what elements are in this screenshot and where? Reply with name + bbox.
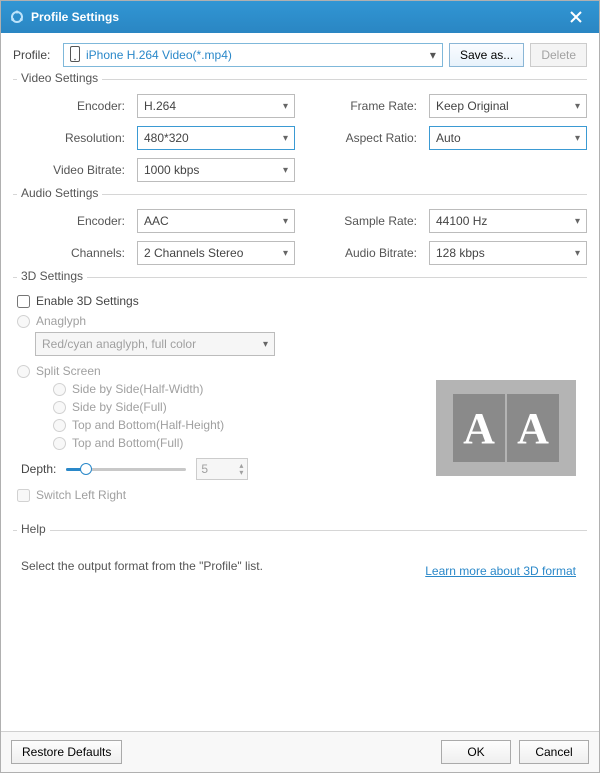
- chevron-down-icon: ▾: [283, 216, 288, 227]
- depth-label: Depth:: [21, 462, 56, 476]
- video-bitrate-label: Video Bitrate:: [17, 163, 125, 177]
- delete-button: Delete: [530, 43, 587, 67]
- window-title: Profile Settings: [31, 10, 119, 24]
- profile-value: iPhone H.264 Video(*.mp4): [86, 48, 232, 62]
- close-icon: [570, 11, 582, 23]
- audio-encoder-label: Encoder:: [17, 214, 125, 228]
- aspect-ratio-label: Aspect Ratio:: [307, 131, 417, 145]
- profile-select[interactable]: iPhone H.264 Video(*.mp4) ▾: [63, 43, 443, 67]
- sbs-full-label: Side by Side(Full): [72, 400, 167, 414]
- anaglyph-mode-select: Red/cyan anaglyph, full color▾: [35, 332, 275, 356]
- save-as-button[interactable]: Save as...: [449, 43, 524, 67]
- video-encoder-select[interactable]: H.264▾: [137, 94, 295, 118]
- audio-bitrate-select[interactable]: 128 kbps▾: [429, 241, 587, 265]
- cancel-button[interactable]: Cancel: [519, 740, 589, 764]
- switch-lr-checkbox: [17, 489, 30, 502]
- 3d-preview: AA: [436, 380, 576, 476]
- frame-rate-select[interactable]: Keep Original▾: [429, 94, 587, 118]
- tb-half-label: Top and Bottom(Half-Height): [72, 418, 224, 432]
- restore-defaults-button[interactable]: Restore Defaults: [11, 740, 122, 764]
- preview-aa-icon: AA: [453, 394, 559, 462]
- anaglyph-label: Anaglyph: [36, 314, 86, 328]
- sbs-full-radio: [53, 401, 66, 414]
- anaglyph-radio: [17, 315, 30, 328]
- app-icon: [9, 9, 25, 25]
- chevron-down-icon: ▾: [283, 101, 288, 112]
- chevron-down-icon: ▾: [283, 248, 288, 259]
- video-settings-title: Video Settings: [17, 71, 102, 85]
- help-title: Help: [17, 522, 50, 536]
- enable-3d-checkbox[interactable]: [17, 295, 30, 308]
- footer: Restore Defaults OK Cancel: [1, 731, 599, 772]
- sample-rate-label: Sample Rate:: [307, 214, 417, 228]
- tb-full-label: Top and Bottom(Full): [72, 436, 183, 450]
- chevron-down-icon: ▾: [575, 216, 580, 227]
- enable-3d-label: Enable 3D Settings: [36, 294, 139, 308]
- resolution-select[interactable]: 480*320▾: [137, 126, 295, 150]
- tb-full-radio: [53, 437, 66, 450]
- device-icon: [70, 46, 80, 65]
- chevron-down-icon: ▾: [283, 133, 288, 144]
- split-screen-radio: [17, 365, 30, 378]
- frame-rate-label: Frame Rate:: [307, 99, 417, 113]
- audio-encoder-select[interactable]: AAC▾: [137, 209, 295, 233]
- ok-button[interactable]: OK: [441, 740, 511, 764]
- video-bitrate-select[interactable]: 1000 kbps▾: [137, 158, 295, 182]
- profile-label: Profile:: [13, 48, 57, 62]
- split-screen-label: Split Screen: [36, 364, 101, 378]
- video-encoder-label: Encoder:: [17, 99, 125, 113]
- resolution-label: Resolution:: [17, 131, 125, 145]
- switch-lr-label: Switch Left Right: [36, 488, 126, 502]
- close-button[interactable]: [559, 1, 599, 33]
- help-text: Select the output format from the "Profi…: [21, 559, 587, 573]
- depth-spinner: 5 ▴▾: [196, 458, 248, 480]
- chevron-down-icon: ▾: [575, 248, 580, 259]
- chevron-down-icon: ▾: [283, 165, 288, 176]
- sbs-half-radio: [53, 383, 66, 396]
- chevron-down-icon: ▾: [575, 133, 580, 144]
- channels-select[interactable]: 2 Channels Stereo▾: [137, 241, 295, 265]
- slider-thumb[interactable]: [80, 463, 92, 475]
- depth-slider[interactable]: [66, 461, 186, 477]
- audio-bitrate-label: Audio Bitrate:: [307, 246, 417, 260]
- title-bar: Profile Settings: [1, 1, 599, 33]
- sbs-half-label: Side by Side(Half-Width): [72, 382, 203, 396]
- chevron-down-icon: ▾: [263, 339, 268, 350]
- aspect-ratio-select[interactable]: Auto▾: [429, 126, 587, 150]
- spinner-arrows-icon: ▴▾: [239, 462, 243, 476]
- audio-settings-title: Audio Settings: [17, 186, 102, 200]
- 3d-settings-title: 3D Settings: [17, 269, 87, 283]
- channels-label: Channels:: [17, 246, 125, 260]
- chevron-down-icon: ▾: [575, 101, 580, 112]
- sample-rate-select[interactable]: 44100 Hz▾: [429, 209, 587, 233]
- tb-half-radio: [53, 419, 66, 432]
- chevron-down-icon: ▾: [430, 48, 436, 62]
